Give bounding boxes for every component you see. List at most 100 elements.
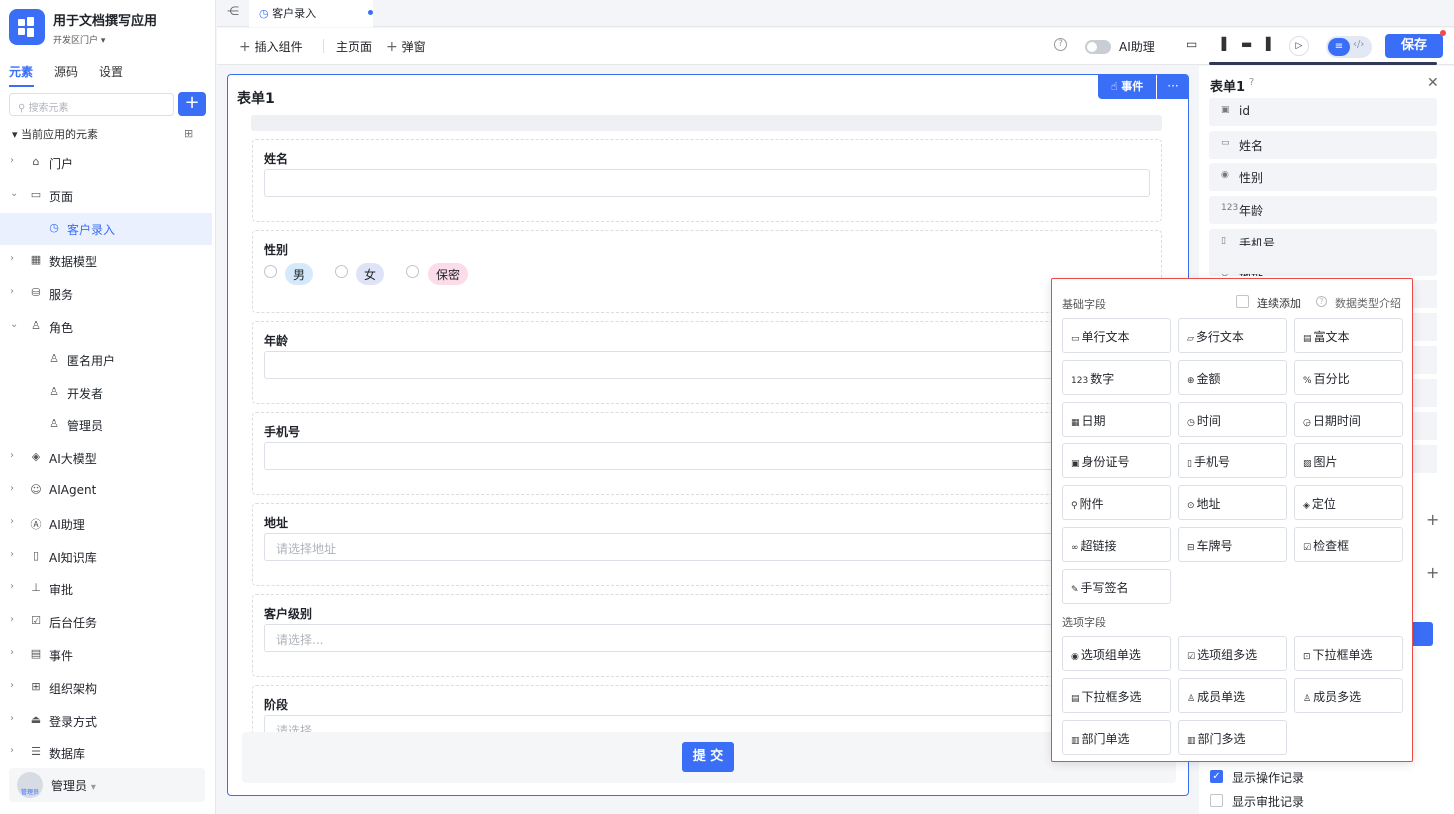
chevron-down-icon[interactable]: ⌄ xyxy=(10,188,18,199)
chevron-right-icon[interactable]: › xyxy=(10,647,14,658)
sidebar-item[interactable]: ♙ 匿名用户 xyxy=(0,344,212,377)
sidebar-item[interactable]: › ▦ 数据模型 xyxy=(0,245,212,278)
right-panel-icon[interactable]: ▌ xyxy=(1266,37,1275,51)
chevron-down-icon[interactable]: ⌄ xyxy=(10,319,18,330)
add-element-button[interactable]: + xyxy=(178,92,206,116)
user-menu[interactable]: 管理员 管理员 ▾ xyxy=(9,768,205,802)
sidebar-item[interactable]: › ◈ AI大模型 xyxy=(0,442,212,475)
field-type-button[interactable]: ◈ 定位 xyxy=(1294,485,1403,521)
tab-source[interactable]: 源码 xyxy=(54,63,78,83)
sidebar-item[interactable]: ♙ 管理员 xyxy=(0,409,212,442)
field-type-button[interactable]: ▭ 单行文本 xyxy=(1062,318,1171,353)
add-icon[interactable]: + xyxy=(1426,510,1439,529)
panel-field-item[interactable]: ▣ id xyxy=(1209,98,1437,126)
help-icon[interactable]: ? xyxy=(1054,38,1067,51)
field-type-button[interactable]: ▥ 部门多选 xyxy=(1178,719,1287,755)
option-male[interactable]: 男 xyxy=(285,263,314,285)
radio-secret[interactable] xyxy=(406,265,419,278)
collapse-sidebar-icon[interactable]: ⋲ xyxy=(227,4,239,18)
customer-level-select[interactable]: 请选择... xyxy=(264,624,1150,652)
tab-settings[interactable]: 设置 xyxy=(99,63,123,83)
field-type-button[interactable]: ▤ 富文本 xyxy=(1294,318,1403,353)
field-type-button[interactable]: ▦ 日期 xyxy=(1062,401,1171,437)
sidebar-item[interactable]: › ⊞ 组织架构 xyxy=(0,672,212,705)
locate-icon[interactable]: ⊞ xyxy=(184,127,193,140)
layout-icon[interactable]: ▭ xyxy=(1186,37,1197,51)
panel-field-item[interactable]: ◉ 性别 xyxy=(1209,163,1437,191)
field-type-button[interactable]: ◶ 日期时间 xyxy=(1294,401,1403,437)
field-type-button[interactable]: ▣ 身份证号 xyxy=(1062,443,1171,479)
continuous-add-checkbox[interactable] xyxy=(1236,295,1249,308)
chevron-right-icon[interactable]: › xyxy=(10,155,14,166)
code-view-icon[interactable]: ‹/› xyxy=(1353,39,1364,50)
more-button[interactable]: ··· xyxy=(1157,75,1188,99)
option-secret[interactable]: 保密 xyxy=(428,263,469,285)
phone-input[interactable] xyxy=(264,442,1150,470)
sidebar-item[interactable]: › ⛁ 服务 xyxy=(0,278,212,311)
age-input[interactable] xyxy=(264,351,1150,379)
close-icon[interactable]: ✕ xyxy=(1427,75,1439,91)
field-type-button[interactable]: ♙ 成员多选 xyxy=(1294,677,1403,713)
submit-button[interactable]: 提 交 xyxy=(682,742,734,772)
chevron-right-icon[interactable]: › xyxy=(10,680,14,691)
chevron-right-icon[interactable]: › xyxy=(10,745,14,756)
sidebar-item[interactable]: ⌄ ▭ 页面 xyxy=(0,180,212,213)
sidebar-item[interactable]: › ▯ AI知识库 xyxy=(0,541,212,574)
sidebar-item[interactable]: ⌄ ♙ 角色 xyxy=(0,311,212,344)
event-button[interactable]: ☝ 事件 xyxy=(1098,75,1156,99)
design-view-icon[interactable]: ≡ xyxy=(1328,38,1350,56)
panel-button-edge[interactable] xyxy=(1413,622,1433,646)
field-type-button[interactable]: ◷ 时间 xyxy=(1178,401,1287,437)
chevron-right-icon[interactable]: › xyxy=(10,483,14,494)
address-select[interactable]: 请选择地址 xyxy=(264,533,1150,561)
preview-play-icon[interactable]: ▷ xyxy=(1289,36,1309,56)
field-customer-level[interactable]: 客户级别 请选择... xyxy=(252,594,1162,677)
option-female[interactable]: 女 xyxy=(356,263,385,285)
left-panel-icon[interactable]: ▐ xyxy=(1217,37,1226,51)
field-gender[interactable]: 性别 男 女 保密 xyxy=(252,230,1162,313)
field-type-button[interactable]: ⊟ 车牌号 xyxy=(1178,527,1287,562)
radio-male[interactable] xyxy=(264,265,277,278)
radio-female[interactable] xyxy=(335,265,348,278)
field-type-button[interactable]: ▥ 部门单选 xyxy=(1062,719,1171,755)
sidebar-item[interactable]: › ⊥ 审批 xyxy=(0,573,212,606)
sidebar-item[interactable]: ♙ 开发者 xyxy=(0,377,212,410)
show-approval-checkbox[interactable] xyxy=(1210,794,1223,807)
field-type-button[interactable]: ▨ 图片 xyxy=(1294,443,1403,479)
field-age[interactable]: 年龄 xyxy=(252,321,1162,404)
field-type-button[interactable]: ⊙ 地址 xyxy=(1178,485,1287,521)
chevron-right-icon[interactable]: › xyxy=(10,253,14,264)
field-type-button[interactable]: ▯ 手机号 xyxy=(1178,443,1287,479)
save-button[interactable]: 保存 xyxy=(1385,34,1443,58)
field-type-button[interactable]: ♙ 成员单选 xyxy=(1178,677,1287,713)
field-type-button[interactable]: ▱ 多行文本 xyxy=(1178,318,1287,353)
chevron-right-icon[interactable]: › xyxy=(10,581,14,592)
insert-component-button[interactable]: + 插入组件 xyxy=(239,38,303,55)
tab-customer-entry[interactable]: ◷ 客户录入 xyxy=(249,0,373,27)
field-type-button[interactable]: % 百分比 xyxy=(1294,359,1403,395)
search-input[interactable]: ⚲ 搜索元素 xyxy=(9,93,174,116)
field-address[interactable]: 地址 请选择地址 xyxy=(252,503,1162,586)
panel-field-item[interactable]: ▭ 姓名 xyxy=(1209,131,1437,159)
sidebar-item[interactable]: › ☺ AIAgent xyxy=(0,475,212,508)
tab-elements[interactable]: 元素 xyxy=(9,63,33,83)
field-type-button[interactable]: ◉ 选项组单选 xyxy=(1062,636,1171,671)
sidebar-item[interactable]: › ☰ 数据库 xyxy=(0,737,212,770)
main-page-button[interactable]: 主页面 xyxy=(336,38,372,55)
form-canvas[interactable]: 表单1 ☝ 事件 ··· 姓名 性别 男 女 保密 年龄 手机号 地址 请选择地… xyxy=(227,74,1189,796)
sidebar-item[interactable]: › ⌂ 门户 xyxy=(0,147,212,180)
data-type-intro-link[interactable]: 数据类型介绍 xyxy=(1335,295,1401,311)
chevron-right-icon[interactable]: › xyxy=(10,286,14,297)
panel-field-item[interactable]: 123 年龄 xyxy=(1209,196,1437,224)
chevron-right-icon[interactable]: › xyxy=(10,614,14,625)
bottom-panel-icon[interactable]: ▬ xyxy=(1241,37,1252,51)
portal-switcher[interactable]: 开发区门户 ▾ xyxy=(53,33,105,46)
field-type-button[interactable]: ⊡ 下拉框单选 xyxy=(1294,636,1403,671)
chevron-right-icon[interactable]: › xyxy=(10,450,14,461)
chevron-right-icon[interactable]: › xyxy=(10,516,14,527)
sidebar-item[interactable]: › Ⓐ AI助理 xyxy=(0,508,212,541)
popup-button[interactable]: + 弹窗 xyxy=(386,38,426,55)
field-type-button[interactable]: ☑ 检查框 xyxy=(1294,527,1403,562)
view-mode-switch[interactable]: ≡ ‹/› xyxy=(1326,36,1372,58)
chevron-right-icon[interactable]: › xyxy=(10,549,14,560)
